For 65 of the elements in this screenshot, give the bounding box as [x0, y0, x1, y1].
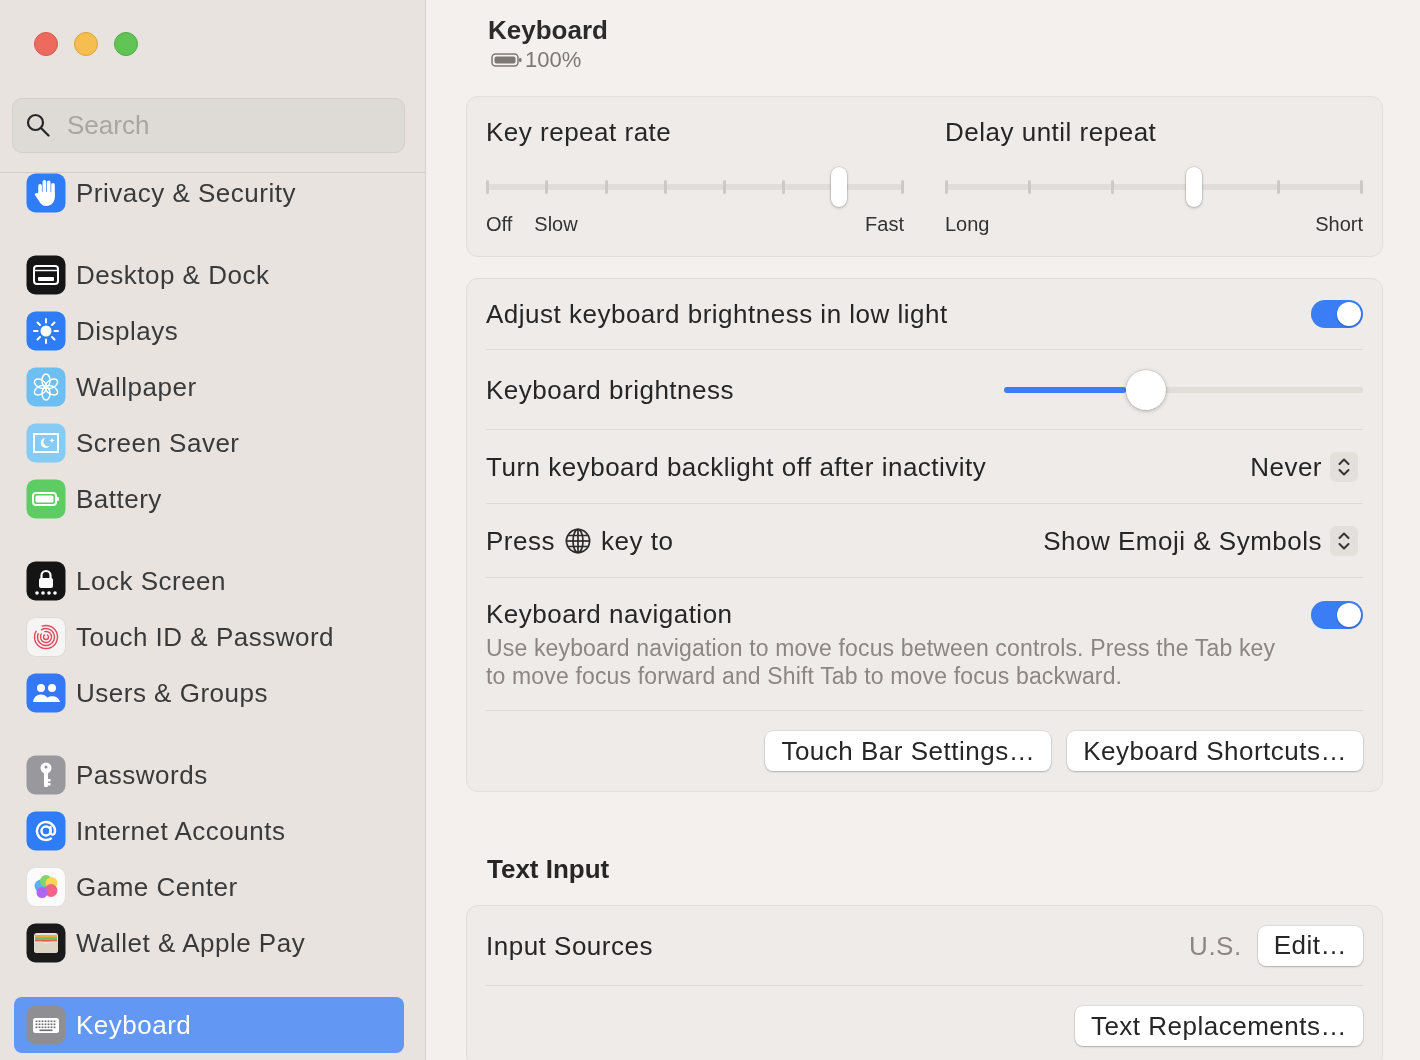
search-icon — [26, 113, 50, 137]
sidebar-item[interactable]: Desktop & Dock — [14, 247, 404, 303]
tick-label: Long — [945, 212, 990, 236]
setting-label: Turn keyboard backlight off after inactivity — [486, 451, 987, 482]
sidebar-item[interactable]: Battery — [14, 471, 404, 527]
battery-percentage: 100% — [525, 47, 582, 73]
setting-label: key to — [600, 525, 674, 556]
moon-screen-icon — [26, 423, 66, 463]
sidebar-item[interactable]: Screen Saver — [14, 415, 404, 471]
setting-description: Use keyboard navigation to move focus between controls. Press the Tab key to move focus forward and Shift Tab to move focus backward. — [486, 634, 1277, 690]
action-button[interactable]: Text Replacements… — [1074, 1006, 1363, 1046]
setting-label: Adjust keyboard brightness in low light — [486, 299, 948, 329]
close-button[interactable] — [34, 32, 58, 56]
action-button[interactable]: Keyboard Shortcuts… — [1067, 731, 1363, 771]
setting-label: Input Sources — [486, 930, 653, 961]
flower-icon — [26, 367, 66, 407]
popup-menu[interactable]: Never — [1250, 451, 1358, 482]
at-sign-icon — [26, 811, 66, 851]
bubbles-icon — [26, 867, 66, 907]
sidebar-item[interactable]: Internet Accounts — [14, 803, 404, 859]
sidebar-item[interactable]: Displays — [14, 303, 404, 359]
tick-label: Short — [1315, 212, 1363, 236]
slider-thumb[interactable] — [1186, 167, 1203, 207]
toggle-switch[interactable] — [1311, 300, 1363, 328]
sidebar-item[interactable]: Wallpaper — [14, 359, 404, 415]
wallet-icon — [26, 923, 66, 963]
battery-icon — [26, 479, 66, 519]
sidebar-item[interactable]: Wallet & Apple Pay — [14, 915, 404, 971]
slider-thumb[interactable] — [830, 167, 847, 207]
action-button[interactable]: Touch Bar Settings… — [765, 731, 1052, 771]
setting-value: U.S. — [1189, 930, 1242, 961]
slider-label: Key repeat rate — [486, 117, 672, 147]
up-down-chevron-icon — [1330, 525, 1358, 556]
sidebar-item[interactable]: Lock Screen — [14, 553, 404, 609]
tick-label: Off — [486, 212, 513, 236]
popup-menu[interactable]: Show Emoji & Symbols — [1043, 525, 1358, 556]
sidebar-item[interactable]: Game Center — [14, 859, 404, 915]
sidebar-item[interactable]: Touch ID & Password — [14, 609, 404, 665]
battery-icon — [491, 52, 522, 68]
sidebar-item[interactable]: Users & Groups — [14, 665, 404, 721]
fingerprint-icon — [26, 617, 66, 657]
people-icon — [26, 673, 66, 713]
zoom-button[interactable] — [114, 32, 138, 56]
sidebar-item[interactable]: Privacy & Security — [14, 173, 404, 221]
section-heading: Text Input — [487, 854, 610, 884]
sun-icon — [26, 311, 66, 351]
hand-icon — [26, 173, 66, 213]
setting-label: Press — [486, 525, 555, 556]
keyboard-icon — [26, 1005, 66, 1045]
tick-label: Slow — [534, 212, 578, 236]
key-icon — [26, 755, 66, 795]
page-title: Keyboard — [488, 15, 608, 45]
globe-icon — [564, 527, 591, 554]
lock-icon — [26, 561, 66, 601]
setting-label: Keyboard navigation — [486, 599, 733, 629]
up-down-chevron-icon — [1330, 451, 1358, 482]
setting-label: Keyboard brightness — [486, 374, 734, 405]
window-icon — [26, 255, 66, 295]
slider-thumb[interactable] — [1126, 369, 1167, 410]
action-button[interactable]: Edit… — [1257, 925, 1363, 966]
slider-label: Delay until repeat — [945, 117, 1157, 147]
minimize-button[interactable] — [74, 32, 98, 56]
toggle-switch[interactable] — [1311, 601, 1363, 629]
sidebar-item[interactable]: Passwords — [14, 747, 404, 803]
tick-label: Fast — [865, 212, 904, 236]
